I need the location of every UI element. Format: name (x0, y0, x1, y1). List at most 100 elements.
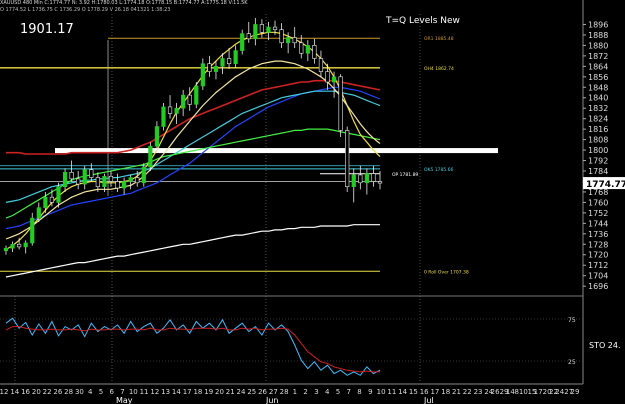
y-tick-label: 1720 (588, 251, 608, 260)
y-tick-label: 1728 (588, 240, 608, 249)
y-tick-label: 1696 (588, 282, 608, 291)
x-tick-label: 14 (172, 388, 181, 396)
level-label: 0 Roll Over 1707.38 (424, 269, 469, 275)
x-tick-label: 15 (409, 388, 418, 396)
candle-body (345, 130, 350, 188)
y-tick-label: 1736 (588, 230, 608, 239)
x-tick-label: 16 (21, 388, 30, 396)
candle-body (187, 94, 192, 105)
candle-body (292, 37, 297, 44)
x-tick-label: 28 (64, 388, 73, 396)
candle-body (154, 126, 160, 147)
candle-body (181, 94, 186, 109)
candle-body (76, 178, 81, 185)
x-tick-label: 13 (161, 388, 170, 396)
x-tick-label: 810 (514, 388, 527, 396)
x-tick-label: 17 (183, 388, 192, 396)
x-tick-label: 21 (452, 388, 461, 396)
x-tick-label: 10 (129, 388, 138, 396)
candle-body (82, 169, 87, 185)
price-chart[interactable]: 1896188818801872186418561848184018321824… (0, 0, 625, 404)
ma-series-4 (5, 31, 381, 251)
candle-body (115, 181, 120, 189)
ma-series-1 (5, 86, 381, 230)
y-tick-label: 1784 (588, 167, 608, 176)
candle-body (253, 24, 258, 40)
candle-body (325, 71, 330, 83)
x-tick-label: 12 (0, 388, 8, 396)
y-tick-label: 1856 (588, 73, 608, 82)
x-tick-label: 26 (258, 388, 267, 396)
candle-body (108, 175, 114, 182)
candle-body (62, 172, 68, 188)
indicator-label: STO 24. (589, 341, 621, 350)
y-tick-label: 1840 (588, 94, 608, 103)
x-tick-label: 5 (336, 388, 340, 396)
x-tick-label: 25 (247, 388, 256, 396)
x-tick-label: 2 (303, 388, 307, 396)
x-tick-label: 24 (237, 388, 246, 396)
candle-body (318, 58, 324, 72)
candle-body (56, 186, 61, 203)
candle-body (43, 196, 48, 208)
y-tick-label: 1712 (588, 261, 608, 270)
x-tick-label: 22 (463, 388, 472, 396)
x-tick-label: 19 (204, 388, 213, 396)
level-label: OK5 1785.66 (424, 167, 454, 173)
x-tick-label: 30 (75, 388, 84, 396)
x-tick-label: 26 (53, 388, 62, 396)
candle-body (135, 177, 140, 184)
month-label: May (116, 396, 133, 404)
candle-body (141, 166, 146, 184)
candle-body (36, 207, 41, 219)
y-tick-label: 1832 (588, 104, 608, 113)
candle-body (259, 24, 264, 33)
x-tick-label: 23 (474, 388, 483, 396)
candle-body (279, 29, 284, 44)
x-tick-label: 6 (110, 388, 115, 396)
x-tick-label: 11 (140, 388, 149, 396)
candle-body (364, 173, 369, 184)
chart-header-line2: O 1774.52 L 1736.75 C 1736.29 O 1778.29 … (0, 7, 171, 13)
candle-body (207, 63, 212, 72)
osc-tick-label: 75 (568, 317, 576, 324)
x-tick-label: 10 (377, 388, 386, 396)
y-tick-label: 1808 (588, 136, 608, 145)
x-tick-label: 16 (420, 388, 429, 396)
y-tick-label: 1752 (588, 209, 608, 218)
candle-body (266, 26, 271, 33)
candle-body (102, 175, 107, 188)
last-price-label: 1774.77 (586, 180, 625, 190)
x-tick-label: 11 (387, 388, 396, 396)
y-tick-label: 1744 (588, 219, 608, 228)
candle-body (226, 58, 232, 65)
candle-body (128, 177, 133, 182)
candle-body (305, 45, 310, 54)
candle-body (167, 106, 173, 114)
level-label: OR1 1885.48 (424, 36, 454, 42)
candle-body (312, 45, 317, 59)
y-tick-label: 1792 (588, 157, 608, 166)
x-tick-label: 29 (571, 388, 580, 396)
y-tick-label: 1896 (588, 20, 608, 29)
x-tick-label: 1 (293, 388, 297, 396)
candle-body (213, 66, 219, 72)
x-tick-label: 5 (99, 388, 103, 396)
chart-header-line1: XAUUSD 480 Min C:1774.77 N: 3.92 H:1780.… (0, 0, 248, 6)
candle-body (246, 33, 251, 40)
candle-body (338, 76, 343, 131)
month-label: Jun (265, 396, 279, 404)
candle-body (17, 243, 22, 248)
y-tick-label: 1872 (588, 52, 608, 61)
x-tick-label: 17 (430, 388, 439, 396)
x-tick-label: 7 (120, 388, 124, 396)
y-tick-label: 1800 (588, 146, 608, 155)
ma-series-6 (5, 224, 380, 278)
candle-body (10, 243, 15, 249)
candle-body (23, 242, 28, 248)
stoch-series-0 (5, 317, 381, 376)
candle-body (286, 37, 291, 44)
x-tick-label: 4 (325, 388, 330, 396)
candle-body (194, 85, 199, 105)
candle-body (49, 196, 55, 203)
